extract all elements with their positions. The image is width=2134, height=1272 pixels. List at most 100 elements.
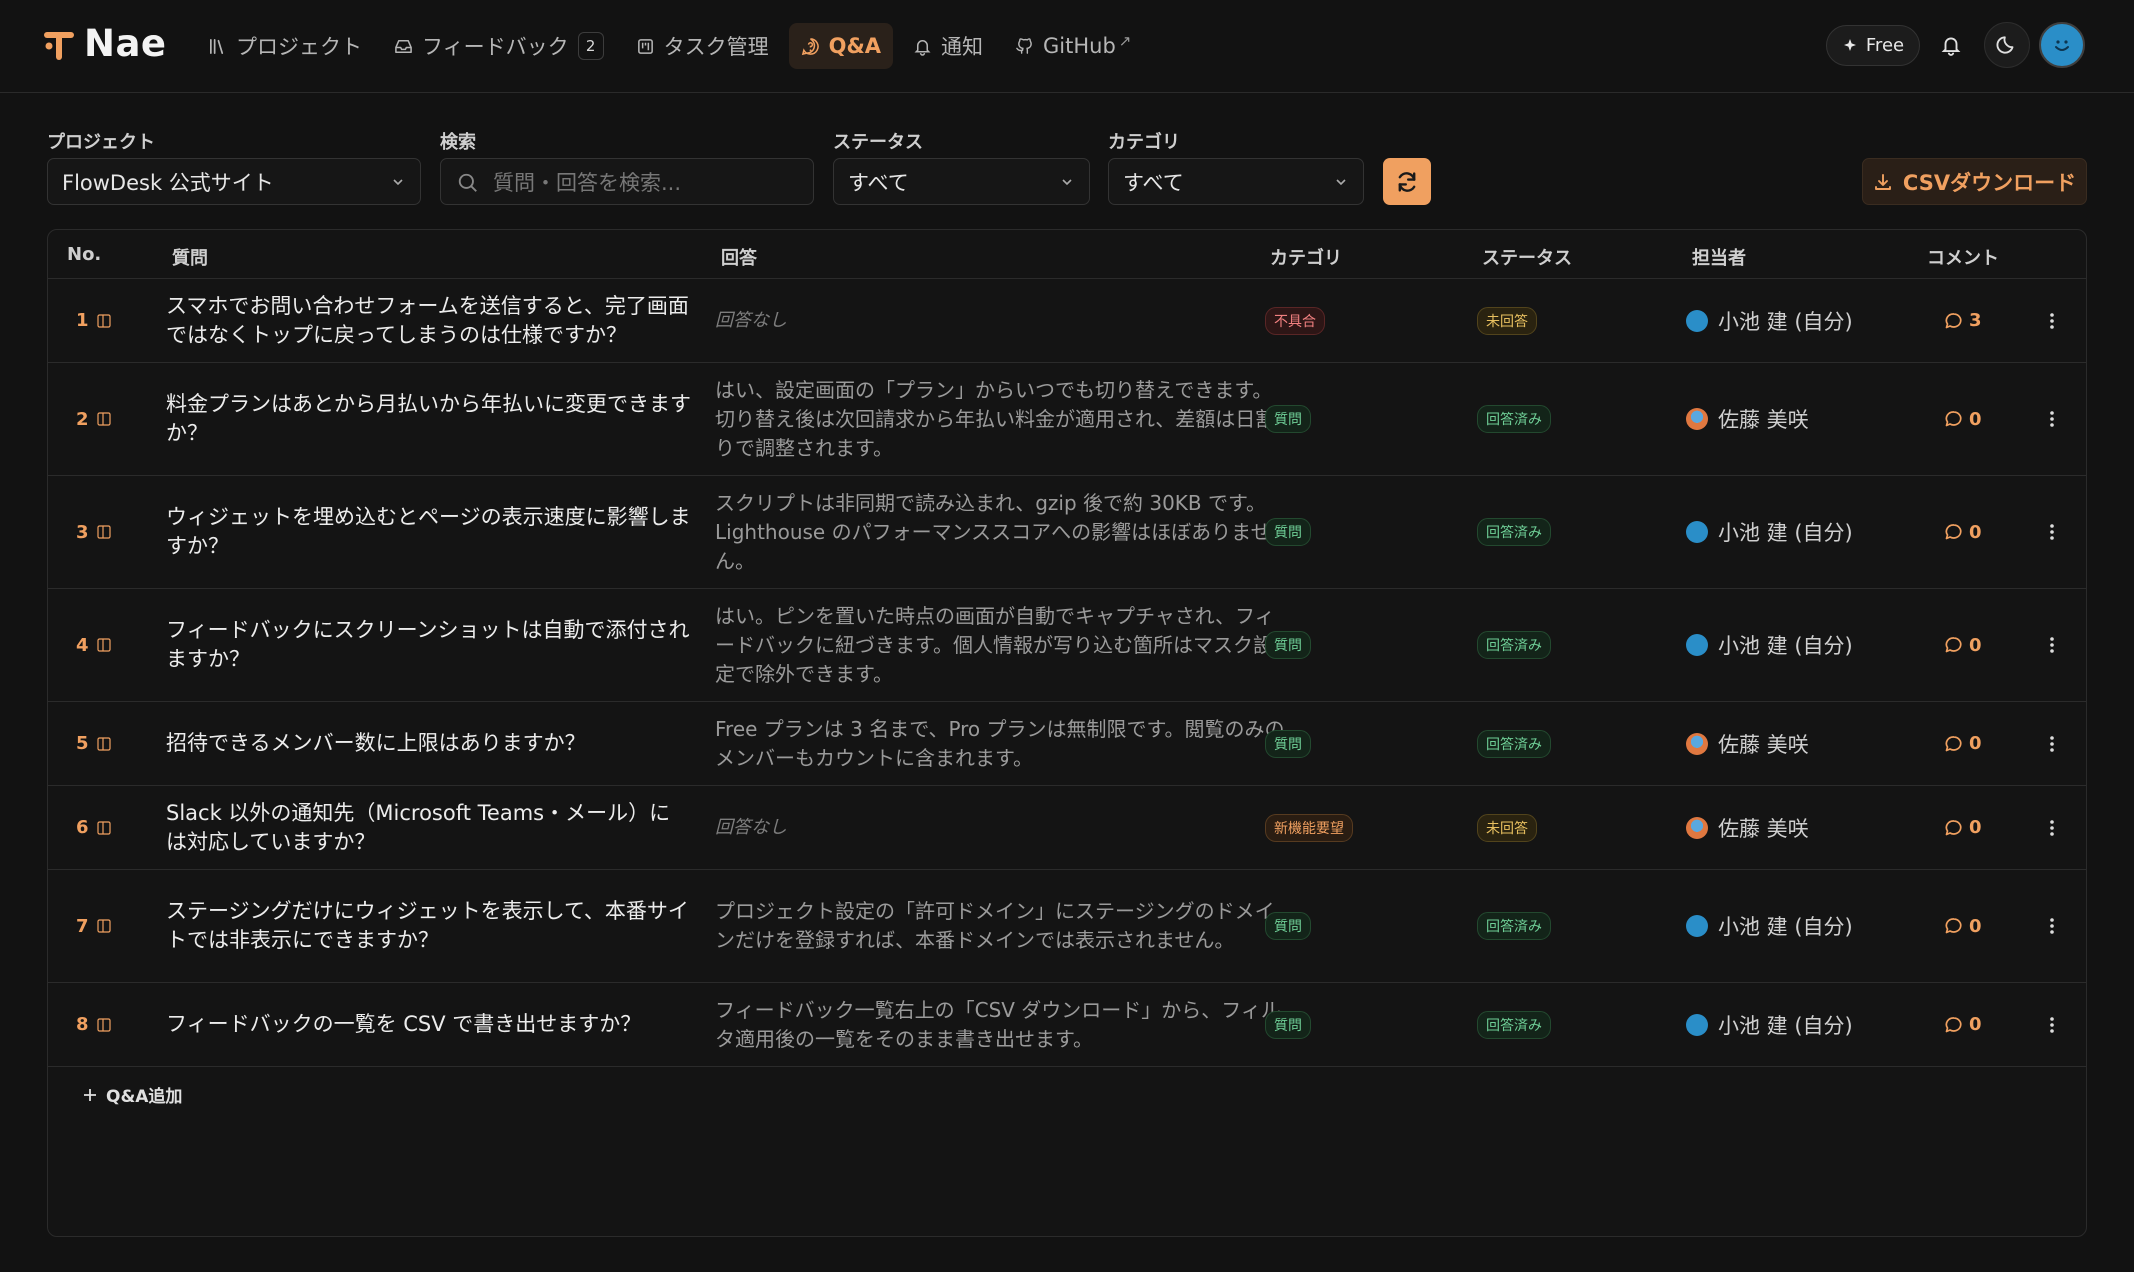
row-menu-button[interactable] [2049, 589, 2055, 701]
comment-icon [1945, 312, 1962, 328]
row-menu-button[interactable] [2049, 279, 2055, 362]
category-cell[interactable]: 新機能要望 [1265, 786, 1353, 869]
answer-text[interactable]: プロジェクト設定の「許可ドメイン」にステージングのドメインだけを登録すれば、本番… [715, 870, 1285, 982]
nav-item-qa[interactable]: Q&A [788, 23, 894, 69]
add-qa-button[interactable]: Q&A追加 [82, 1082, 182, 1107]
row-number[interactable]: 3 [76, 476, 111, 588]
comment-count-button[interactable]: 0 [1944, 363, 1982, 475]
comment-count-button[interactable]: 0 [1944, 589, 1982, 701]
answer-text[interactable]: はい。ピンを置いた時点の画面が自動でキャプチャされ、フィードバックに紐づきます。… [715, 589, 1285, 701]
answer-text[interactable]: はい、設定画面の「プラン」からいつでも切り替えできます。切り替え後は次回請求から… [715, 363, 1285, 475]
comment-count-button[interactable]: 3 [1944, 279, 1982, 362]
question-text[interactable]: スマホでお問い合わせフォームを送信すると、完了画面ではなくトップに戻ってしまうの… [166, 279, 691, 362]
row-menu-button[interactable] [2049, 476, 2055, 588]
nav-label: タスク管理 [663, 35, 769, 59]
app-logo[interactable]: Nae [44, 22, 167, 65]
project-select[interactable]: FlowDesk 公式サイト [47, 158, 421, 205]
question-text[interactable]: ステージングだけにウィジェットを表示して、本番サイトでは非表示にできますか？ [166, 870, 691, 982]
row-menu-button[interactable] [2049, 870, 2055, 982]
assignee-cell[interactable]: 佐藤 美咲 [1686, 702, 1809, 785]
row-menu-button[interactable] [2049, 702, 2055, 785]
row-number[interactable]: 6 [76, 786, 111, 869]
row-number[interactable]: 8 [76, 983, 111, 1066]
column-header-question[interactable]: 質問 [172, 244, 208, 270]
table-row[interactable]: 2 料金プランはあとから月払いから年払いに変更できますか？ はい、設定画面の「プ… [48, 363, 2086, 476]
table-row[interactable]: 8 フィードバックの一覧を CSV で書き出せますか？ フィードバック一覧右上の… [48, 983, 2086, 1067]
theme-toggle-button[interactable] [1984, 22, 2030, 68]
answer-text[interactable]: フィードバック一覧右上の「CSV ダウンロード」から、フィルタ適用後の一覧をその… [715, 983, 1285, 1066]
row-number[interactable]: 1 [76, 279, 111, 362]
table-row[interactable]: 1 スマホでお問い合わせフォームを送信すると、完了画面ではなくトップに戻ってしま… [48, 279, 2086, 363]
answer-text[interactable]: Free プランは 3 名まで、Pro プランは無制限です。閲覧のみのメンバーも… [715, 702, 1285, 785]
row-number[interactable]: 2 [76, 363, 111, 475]
row-number[interactable]: 4 [76, 589, 111, 701]
question-text[interactable]: フィードバックにスクリーンショットは自動で添付されますか？ [166, 589, 691, 701]
status-cell[interactable]: 回答済み [1477, 476, 1551, 588]
comment-count-button[interactable]: 0 [1944, 476, 1982, 588]
table-row[interactable]: 7 ステージングだけにウィジェットを表示して、本番サイトでは非表示にできますか？… [48, 870, 2086, 983]
category-cell[interactable]: 不具合 [1265, 279, 1325, 362]
comment-count-button[interactable]: 0 [1944, 702, 1982, 785]
answer-text[interactable]: 回答なし [715, 279, 1285, 362]
row-menu-button[interactable] [2049, 983, 2055, 1066]
assignee-cell[interactable]: 小池 建 (自分) [1686, 279, 1853, 362]
status-select[interactable]: すべて [833, 158, 1090, 205]
assignee-cell[interactable]: 小池 建 (自分) [1686, 476, 1853, 588]
user-avatar[interactable] [2039, 22, 2085, 68]
search-input[interactable]: 質問・回答を検索... [440, 158, 814, 205]
plan-pill[interactable]: Free [1826, 25, 1920, 66]
category-cell[interactable]: 質問 [1265, 983, 1311, 1066]
nav-item-github[interactable]: GitHub ↗ [1003, 23, 1143, 69]
assignee-cell[interactable]: 小池 建 (自分) [1686, 589, 1853, 701]
status-cell[interactable]: 未回答 [1477, 786, 1537, 869]
nav-item-tasks[interactable]: タスク管理 [624, 23, 781, 69]
column-header-assignee[interactable]: 担当者 [1692, 244, 1746, 270]
question-text[interactable]: ウィジェットを埋め込むとページの表示速度に影響しますか？ [166, 476, 691, 588]
category-cell[interactable]: 質問 [1265, 363, 1311, 475]
status-cell[interactable]: 回答済み [1477, 983, 1551, 1066]
category-cell[interactable]: 質問 [1265, 476, 1311, 588]
status-cell[interactable]: 回答済み [1477, 702, 1551, 785]
row-number[interactable]: 5 [76, 702, 111, 785]
row-number[interactable]: 7 [76, 870, 111, 982]
answer-text[interactable]: スクリプトは非同期で読み込まれ、gzip 後で約 30KB です。Lightho… [715, 476, 1285, 588]
column-header-no[interactable]: No. [67, 244, 101, 265]
nav-item-notifications[interactable]: 通知 [901, 23, 995, 69]
status-cell[interactable]: 未回答 [1477, 279, 1537, 362]
category-cell[interactable]: 質問 [1265, 870, 1311, 982]
row-menu-button[interactable] [2049, 786, 2055, 869]
assignee-cell[interactable]: 小池 建 (自分) [1686, 870, 1853, 982]
status-cell[interactable]: 回答済み [1477, 363, 1551, 475]
question-text[interactable]: フィードバックの一覧を CSV で書き出せますか？ [166, 983, 691, 1066]
nav-item-projects[interactable]: プロジェクト [196, 23, 374, 69]
table-row[interactable]: 3 ウィジェットを埋め込むとページの表示速度に影響しますか？ スクリプトは非同期… [48, 476, 2086, 589]
status-cell[interactable]: 回答済み [1477, 589, 1551, 701]
question-text[interactable]: 招待できるメンバー数に上限はありますか？ [166, 702, 691, 785]
refresh-button[interactable] [1383, 158, 1431, 205]
column-header-category[interactable]: カテゴリ [1270, 244, 1342, 270]
notifications-button[interactable] [1928, 22, 1974, 68]
answer-text[interactable]: 回答なし [715, 786, 1285, 869]
nav-item-feedback[interactable]: フィードバック 2 [382, 23, 616, 69]
table-row[interactable]: 6 Slack 以外の通知先（Microsoft Teams・メール）には対応し… [48, 786, 2086, 870]
comment-count-button[interactable]: 0 [1944, 870, 1982, 982]
category-cell[interactable]: 質問 [1265, 589, 1311, 701]
status-cell[interactable]: 回答済み [1477, 870, 1551, 982]
row-menu-button[interactable] [2049, 363, 2055, 475]
category-select[interactable]: すべて [1108, 158, 1364, 205]
table-row[interactable]: 5 招待できるメンバー数に上限はありますか？ Free プランは 3 名まで、P… [48, 702, 2086, 786]
column-header-comment[interactable]: コメント [1927, 244, 1999, 270]
assignee-cell[interactable]: 佐藤 美咲 [1686, 786, 1809, 869]
category-cell[interactable]: 質問 [1265, 702, 1311, 785]
assignee-cell[interactable]: 小池 建 (自分) [1686, 983, 1853, 1066]
column-header-status[interactable]: ステータス [1482, 244, 1572, 270]
table-header: No. 質問 回答 カテゴリ ステータス 担当者 コメント [48, 230, 2086, 279]
table-row[interactable]: 4 フィードバックにスクリーンショットは自動で添付されますか？ はい。ピンを置い… [48, 589, 2086, 702]
comment-count-button[interactable]: 0 [1944, 786, 1982, 869]
question-text[interactable]: 料金プランはあとから月払いから年払いに変更できますか？ [166, 363, 691, 475]
csv-download-button[interactable]: CSVダウンロード [1862, 158, 2087, 205]
comment-count-button[interactable]: 0 [1944, 983, 1982, 1066]
column-header-answer[interactable]: 回答 [721, 244, 757, 270]
question-text[interactable]: Slack 以外の通知先（Microsoft Teams・メール）には対応してい… [166, 786, 691, 869]
assignee-cell[interactable]: 佐藤 美咲 [1686, 363, 1809, 475]
